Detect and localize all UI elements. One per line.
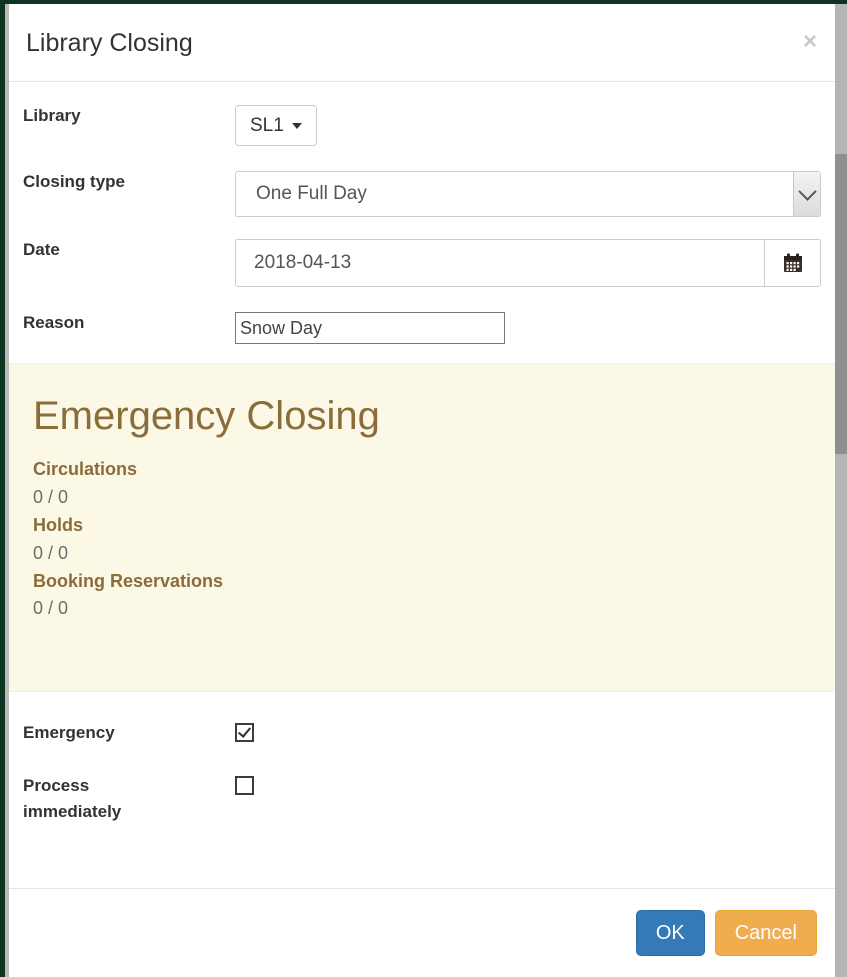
library-dropdown-value: SL1 [250, 114, 284, 136]
library-dropdown-button[interactable]: SL1 [235, 105, 317, 146]
emergency-checkbox[interactable] [235, 723, 254, 742]
closing-type-value: One Full Day [256, 183, 367, 204]
emergency-closing-heading: Emergency Closing [33, 394, 380, 438]
field-row-library: Library SL1 [9, 82, 835, 146]
stat-label-booking-reservations: Booking Reservations [33, 570, 224, 591]
calendar-icon[interactable] [764, 239, 821, 287]
field-row-date: Date [9, 217, 835, 287]
stat-value-holds: 0 / 0 [33, 542, 69, 563]
stat-value-circulations: 0 / 0 [33, 486, 69, 507]
field-row-process-immediately: Process immediately [9, 746, 835, 825]
page-scrollbar[interactable] [835, 4, 847, 977]
library-label: Library [23, 106, 81, 125]
stat-label-circulations: Circulations [33, 459, 138, 479]
dialog-header: Library Closing × [9, 4, 835, 82]
reason-label: Reason [23, 313, 85, 332]
dialog-body: Library SL1 Closing type One Full Day Da… [9, 82, 835, 888]
cancel-button[interactable]: Cancel [714, 910, 817, 956]
scrollbar-thumb[interactable] [835, 154, 847, 454]
chevron-down-icon[interactable] [793, 172, 820, 216]
field-row-closing-type: Closing type One Full Day [9, 146, 835, 217]
page-background: Library Closing × Library SL1 Closing ty… [0, 0, 847, 977]
process-immediately-label: Process immediately [23, 773, 235, 825]
emergency-closing-panel: Emergency Closing Circulations 0 / 0 Hol… [9, 363, 835, 692]
ok-button[interactable]: OK [635, 910, 705, 956]
dialog-footer: OK Cancel [9, 888, 835, 977]
process-immediately-label-line2: immediately [23, 801, 122, 821]
close-icon[interactable]: × [803, 30, 817, 54]
stat-value-booking-reservations: 0 / 0 [33, 598, 69, 619]
library-closing-dialog: Library Closing × Library SL1 Closing ty… [9, 4, 835, 977]
field-row-emergency: Emergency [9, 692, 835, 746]
dialog-title: Library Closing [26, 29, 193, 57]
field-row-reason: Reason [9, 287, 835, 363]
stat-label-holds: Holds [33, 514, 84, 535]
date-input-group [235, 239, 821, 287]
closing-type-select[interactable]: One Full Day [235, 171, 821, 217]
closing-type-label: Closing type [23, 172, 126, 191]
emergency-label: Emergency [23, 723, 115, 742]
process-immediately-label-line1: Process [23, 775, 90, 795]
date-label: Date [23, 240, 60, 259]
process-immediately-checkbox[interactable] [235, 775, 254, 795]
date-input[interactable] [235, 239, 764, 287]
caret-down-icon [291, 122, 302, 129]
reason-input[interactable] [235, 312, 505, 344]
